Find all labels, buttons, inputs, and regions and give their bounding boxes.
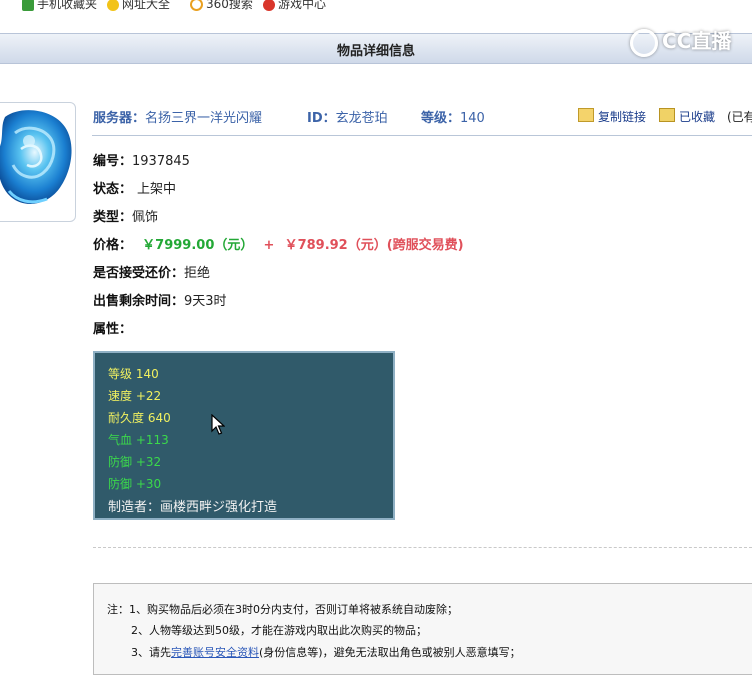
bookmark-site-directory[interactable]: 网址大全 (107, 0, 170, 13)
dragon-ornament-icon (0, 110, 72, 204)
favorite-icon (659, 108, 675, 122)
game-icon (263, 0, 275, 11)
character-level-info: 等级：140 (421, 111, 485, 126)
price-fee: ￥789.92（元）(跨服交易费) (284, 238, 464, 253)
section-divider (93, 547, 752, 548)
attr-defense-2: 防御 +30 (108, 477, 162, 491)
item-price-row: 价格： ￥7999.00（元） + ￥789.92（元）(跨服交易费) (93, 238, 464, 253)
bookmark-game-center[interactable]: 游戏中心 (263, 0, 326, 13)
attributes-label: 属性： (93, 322, 133, 337)
copy-link-icon (578, 108, 594, 122)
copy-link-button[interactable]: 复制链接 (578, 108, 646, 125)
header-divider (92, 135, 752, 136)
attr-defense-1: 防御 +32 (108, 455, 162, 469)
bookmark-360-search[interactable]: 360搜索 (190, 0, 253, 13)
plus-icon (107, 0, 119, 11)
cc-live-watermark: CC直播 (630, 25, 731, 57)
attr-hp: 气血 +113 (108, 433, 169, 447)
attributes-panel: 等级 140 速度 +22 耐久度 640 气血 +113 防御 +32 防御 … (93, 351, 395, 520)
bookmarks-bar: 手机收藏夹 网址大全 360搜索 游戏中心 (0, 0, 752, 14)
attr-level: 等级 140 (108, 367, 159, 381)
server-info: 服务器：名扬三界一洋光闪耀 (93, 111, 263, 126)
character-id-info: ID：玄龙苍珀 (307, 111, 388, 126)
mouse-cursor-icon (211, 414, 225, 435)
item-status-row: 状态： 上架中 (93, 182, 177, 197)
search-360-icon (190, 0, 203, 11)
note-line-2: 2、人物等级达到50级，才能在游戏内取出此次购买的物品； (131, 624, 427, 637)
favorite-button[interactable]: 已收藏 (659, 108, 715, 125)
item-image (0, 102, 76, 222)
attr-speed: 速度 +22 (108, 389, 162, 403)
cc-logo-icon (630, 28, 658, 57)
attr-maker: 制造者：画楼西畔ジ强化打造 (108, 500, 278, 515)
notes-box: 注：1、购买物品后必须在3时0分内支付，否则订单将被系统自动废除； 2、人物等级… (93, 583, 752, 675)
item-code-row: 编号：1937845 (93, 154, 190, 169)
security-info-link[interactable]: 完善账号安全资料 (171, 646, 259, 659)
counter-offer-row: 是否接受还价：拒绝 (93, 266, 211, 281)
attr-durability: 耐久度 640 (108, 411, 171, 425)
bookmark-mobile-favorites[interactable]: 手机收藏夹 (22, 0, 97, 13)
favorite-count-text: (已有 (727, 110, 752, 124)
note-line-3: 3、请先完善账号安全资料(身份信息等)，避免无法取出角色或被别人恶意填写； (131, 646, 521, 659)
time-remaining-row: 出售剩余时间：9天3时 (93, 294, 227, 309)
phone-icon (22, 0, 34, 11)
item-type-row: 类型：佩饰 (93, 210, 159, 225)
price-main: ￥7999.00（元） (142, 238, 254, 253)
note-line-1: 注：1、购买物品后必须在3时0分内支付，否则订单将被系统自动废除； (107, 603, 458, 616)
